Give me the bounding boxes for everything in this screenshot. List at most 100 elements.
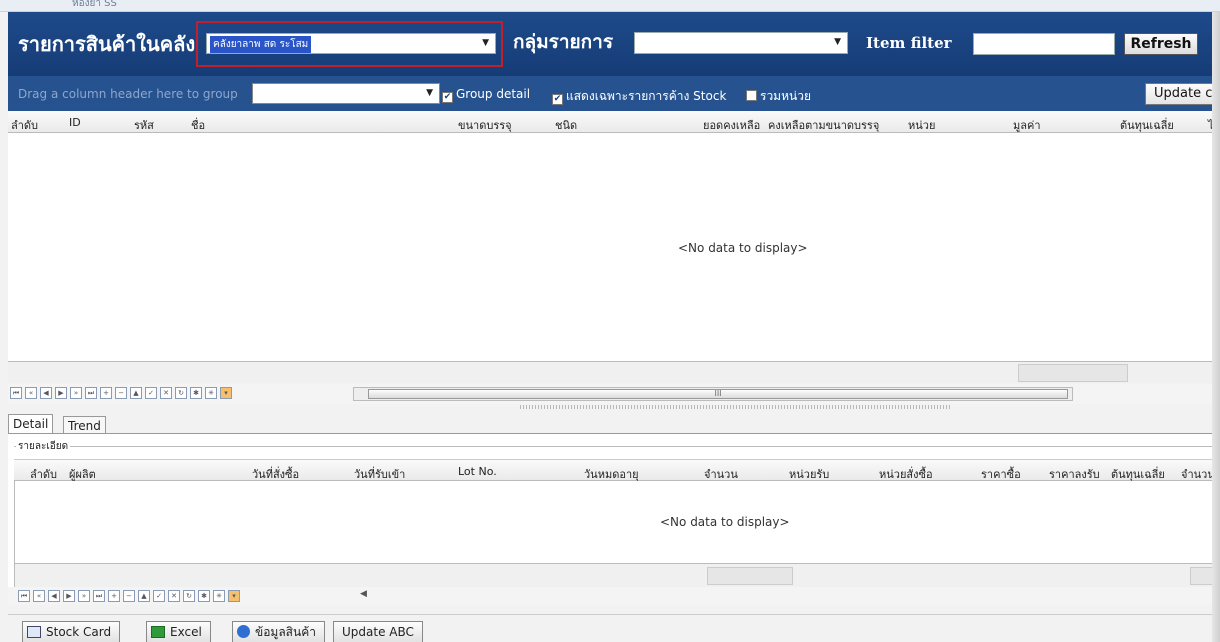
product-info-label: ข้อมูลสินค้า: [255, 625, 316, 639]
combine-unit-label: รวมหน่วย: [760, 89, 811, 103]
column-header[interactable]: รหัส: [134, 116, 154, 134]
detail-grid-body: <No data to display>: [14, 481, 1214, 563]
page-title: รายการสินค้าในคลัง: [18, 32, 196, 56]
detail-grid-navigator: ⏮ « ◀ ▶ » ⏭ + − ▲ ✓ ✕ ↻ ✱ ✳ ▾ ◀: [8, 587, 1220, 605]
filter-icon[interactable]: ▾: [228, 590, 240, 602]
tab-trend[interactable]: Trend: [63, 416, 106, 434]
column-header[interactable]: มูลค่า: [1013, 116, 1041, 134]
column-header[interactable]: ยอดคงเหลือ: [703, 116, 760, 134]
stock-grid-navigator: ⏮ « ◀ ▶ » ⏭ + − ▲ ✓ ✕ ↻ ✱ ✳ ▾ III: [8, 384, 1220, 404]
column-header[interactable]: ลำดับ: [11, 116, 38, 134]
next-page-icon[interactable]: »: [70, 387, 82, 399]
stock-card-button[interactable]: Stock Card: [22, 621, 121, 642]
fieldset-border: [14, 446, 1214, 447]
save-icon[interactable]: ✓: [145, 387, 157, 399]
no-data-message: <No data to display>: [660, 515, 790, 529]
scrollbar-thumb[interactable]: III: [368, 389, 1068, 399]
column-header[interactable]: ขนาดบรรจุ: [458, 116, 512, 134]
chevron-down-icon[interactable]: ▼: [426, 88, 433, 98]
warehouse-highlight-box: คลังยาลาพ สด ระโสม ▼: [196, 21, 503, 67]
column-header[interactable]: Lot No.: [458, 465, 497, 478]
prev-page-icon[interactable]: «: [33, 590, 45, 602]
chevron-down-icon[interactable]: ▼: [482, 38, 489, 48]
stock-grid-header: ลำดับ ID รหัส ชื่อ ขนาดบรรจุ ชนิด ยอดคงเ…: [8, 111, 1220, 133]
tab-detail[interactable]: Detail: [8, 414, 54, 435]
horizontal-scrollbar[interactable]: III: [353, 387, 1073, 401]
last-record-icon[interactable]: ⏭: [93, 590, 105, 602]
last-record-icon[interactable]: ⏭: [85, 387, 97, 399]
prev-record-icon[interactable]: ◀: [40, 387, 52, 399]
top-strip: ห้องยา SS: [0, 0, 1220, 12]
cancel-icon[interactable]: ✕: [160, 387, 172, 399]
column-header[interactable]: ชนิด: [555, 116, 577, 134]
checkbox-checked-icon[interactable]: ✔: [552, 94, 563, 105]
detail-grid-header: ลำดับ ผู้ผลิต วันที่สั่งซื้อ วันที่รับเข…: [14, 459, 1215, 481]
first-record-icon[interactable]: ⏮: [18, 590, 30, 602]
checkbox-checked-icon[interactable]: ✔: [442, 92, 453, 103]
next-record-icon[interactable]: ▶: [55, 387, 67, 399]
detail-grid-footer: [14, 563, 1215, 587]
bookmark-icon[interactable]: ✱: [198, 590, 210, 602]
goto-bookmark-icon[interactable]: ✳: [205, 387, 217, 399]
excel-label: Excel: [170, 625, 202, 639]
update-abc-button[interactable]: Update ABC: [333, 621, 423, 642]
first-record-icon[interactable]: ⏮: [10, 387, 22, 399]
update-button[interactable]: Update c: [1145, 83, 1220, 105]
prev-page-icon[interactable]: «: [25, 387, 37, 399]
refresh-icon[interactable]: ↻: [175, 387, 187, 399]
summary-cell: [707, 567, 793, 585]
group-detail-label: Group detail: [456, 87, 531, 101]
stock-card-label: Stock Card: [46, 625, 112, 639]
refresh-button[interactable]: Refresh: [1124, 33, 1198, 55]
cancel-icon[interactable]: ✕: [168, 590, 180, 602]
group-field-select[interactable]: ▼: [252, 83, 440, 104]
item-filter-input[interactable]: [973, 33, 1115, 55]
add-icon[interactable]: +: [108, 590, 120, 602]
detail-panel: รายละเอียด ลำดับ ผู้ผลิต วันที่สั่งซื้อ …: [8, 433, 1220, 603]
bookmark-icon[interactable]: ✱: [190, 387, 202, 399]
filter-icon[interactable]: ▾: [220, 387, 232, 399]
excel-button[interactable]: Excel: [146, 621, 211, 642]
next-record-icon[interactable]: ▶: [63, 590, 75, 602]
combine-unit-checkbox[interactable]: รวมหน่วย: [746, 87, 811, 106]
stock-card-icon: [27, 626, 41, 638]
panel-splitter[interactable]: [520, 405, 950, 409]
scroll-left-icon[interactable]: ◀: [360, 589, 367, 599]
edit-icon[interactable]: ▲: [138, 590, 150, 602]
stock-only-checkbox[interactable]: ✔ แสดงเฉพาะรายการค้าง Stock: [552, 87, 726, 106]
info-icon: [237, 625, 250, 638]
summary-cell: [1018, 364, 1128, 382]
product-info-button[interactable]: ข้อมูลสินค้า: [232, 621, 325, 642]
delete-icon[interactable]: −: [123, 590, 135, 602]
bottom-toolbar: Stock Card Excel ข้อมูลสินค้า Update ABC: [8, 614, 1220, 642]
prev-record-icon[interactable]: ◀: [48, 590, 60, 602]
save-icon[interactable]: ✓: [153, 590, 165, 602]
group-label: กลุ่มรายการ: [513, 31, 614, 53]
checkbox-empty-icon[interactable]: [746, 90, 757, 101]
column-header[interactable]: ต้นทุนเฉลี่ย: [1120, 116, 1174, 134]
refresh-icon[interactable]: ↻: [183, 590, 195, 602]
item-filter-label: Item filter: [866, 34, 952, 52]
column-header[interactable]: คงเหลือตามขนาดบรรจุ: [768, 116, 879, 134]
column-header[interactable]: ID: [69, 116, 81, 129]
warehouse-select[interactable]: คลังยาลาพ สด ระโสม ▼: [206, 33, 496, 54]
goto-bookmark-icon[interactable]: ✳: [213, 590, 225, 602]
stock-grid: ลำดับ ID รหัส ชื่อ ขนาดบรรจุ ชนิด ยอดคงเ…: [8, 111, 1220, 361]
detail-legend: รายละเอียด: [16, 439, 71, 454]
chevron-down-icon[interactable]: ▼: [834, 37, 841, 47]
warehouse-select-value: คลังยาลาพ สด ระโสม: [210, 36, 312, 53]
stock-grid-footer: [8, 361, 1220, 383]
add-icon[interactable]: +: [100, 387, 112, 399]
stock-only-label: แสดงเฉพาะรายการค้าง Stock: [566, 89, 727, 103]
window-edge: [1212, 12, 1220, 642]
next-page-icon[interactable]: »: [78, 590, 90, 602]
column-header[interactable]: หน่วย: [908, 116, 935, 134]
group-detail-checkbox[interactable]: ✔ Group detail: [442, 87, 530, 103]
edit-icon[interactable]: ▲: [130, 387, 142, 399]
delete-icon[interactable]: −: [115, 387, 127, 399]
drag-hint: Drag a column header here to group: [18, 87, 238, 101]
column-header[interactable]: ชื่อ: [191, 116, 205, 134]
header-bar: รายการสินค้าในคลัง คลังยาลาพ สด ระโสม ▼ …: [8, 12, 1220, 76]
no-data-message: <No data to display>: [678, 241, 808, 255]
group-select[interactable]: ▼: [634, 32, 848, 54]
